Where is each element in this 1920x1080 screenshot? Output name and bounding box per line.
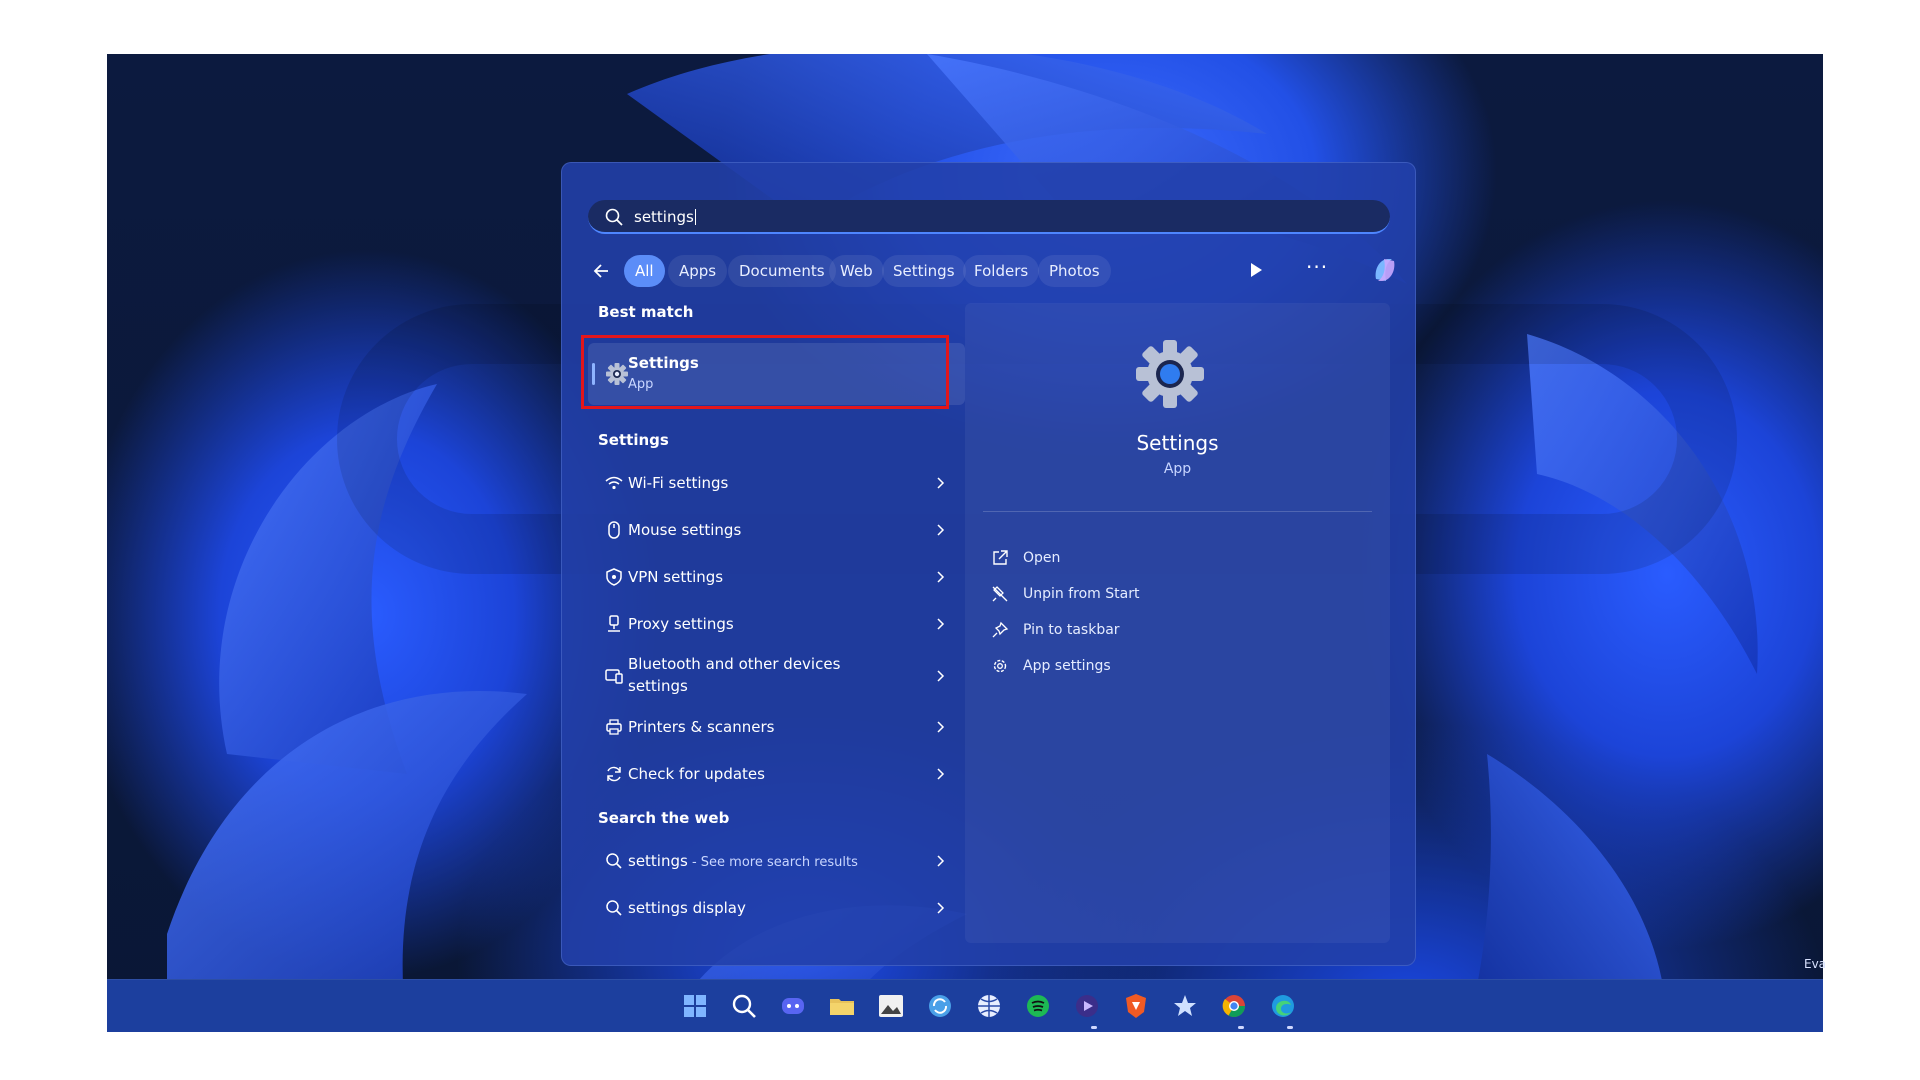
filter-chip-web[interactable]: Web [829, 255, 884, 287]
result-mouse-settings[interactable]: Mouse settings [588, 509, 965, 551]
result-label: VPN settings [628, 568, 724, 586]
preview-title: Settings [1136, 431, 1219, 455]
search-icon [605, 208, 623, 226]
result-bluetooth-settings[interactable]: Bluetooth and other devices settings [588, 650, 965, 702]
running-indicator [1287, 1026, 1293, 1029]
action-label: Open [1023, 550, 1061, 566]
windows-start-icon[interactable] [679, 990, 711, 1022]
web-query-text: settings [628, 852, 688, 870]
filter-chip-apps[interactable]: Apps [668, 255, 728, 287]
back-arrow-icon[interactable] [588, 257, 616, 285]
spotify-icon[interactable] [1022, 990, 1054, 1022]
result-label: settings display [628, 899, 746, 917]
edge-icon[interactable] [1267, 990, 1299, 1022]
gear-icon [993, 659, 1007, 673]
result-label: Proxy settings [628, 615, 734, 633]
brave-icon[interactable] [1120, 990, 1152, 1022]
result-label: settings - See more search results [628, 852, 858, 870]
chevron-right-icon [937, 902, 945, 914]
result-label: Wi-Fi settings [628, 474, 729, 492]
printer-icon [606, 719, 622, 735]
chevron-right-icon [937, 855, 945, 867]
preview-kind: App [1163, 461, 1192, 477]
result-vpn-settings[interactable]: VPN settings [588, 556, 965, 598]
filter-chip-all[interactable]: All [624, 255, 665, 287]
chevron-right-icon [937, 618, 945, 630]
preview-divider [983, 511, 1372, 512]
red-highlight-box [581, 335, 949, 409]
chevron-right-icon [937, 768, 945, 780]
sync-icon[interactable] [924, 990, 956, 1022]
web-result-settings[interactable]: settings - See more search results [588, 840, 965, 882]
more-filters-play-icon[interactable] [1251, 263, 1262, 277]
web-query-sub: - See more search results [687, 855, 858, 870]
filter-bar: All Apps Documents Web Settings Folders … [588, 253, 1398, 289]
action-label: App settings [1023, 658, 1111, 674]
devices-icon [605, 669, 623, 684]
chevron-right-icon [937, 571, 945, 583]
discord-icon[interactable] [777, 990, 809, 1022]
proxy-icon [608, 615, 620, 632]
wifi-icon [605, 476, 623, 490]
result-printers-scanners[interactable]: Printers & scanners [588, 706, 965, 748]
search-input[interactable]: settings [634, 208, 696, 226]
settings-gear-icon [1136, 340, 1204, 408]
globe-icon[interactable] [973, 990, 1005, 1022]
action-label: Unpin from Start [1023, 586, 1140, 602]
settings-section-heading: Settings [598, 431, 669, 449]
result-label: Bluetooth and other devices settings [628, 655, 841, 695]
result-wifi-settings[interactable]: Wi-Fi settings [588, 462, 965, 504]
refresh-icon [607, 766, 621, 782]
start-search-panel: settings All Apps Documents Web Settings… [561, 162, 1416, 966]
preview-pane: Settings App Open Unpin from Start Pin t… [965, 303, 1390, 943]
action-label: Pin to taskbar [1023, 622, 1120, 638]
taskbar [107, 979, 1823, 1032]
chevron-right-icon [937, 670, 945, 682]
file-explorer-icon[interactable] [826, 990, 858, 1022]
running-indicator [1091, 1026, 1097, 1029]
chevron-right-icon [937, 477, 945, 489]
app-icon[interactable] [1169, 990, 1201, 1022]
result-label: Check for updates [628, 765, 765, 783]
unpin-icon [992, 586, 1008, 602]
best-match-heading: Best match [598, 303, 694, 321]
photos-icon[interactable] [875, 990, 907, 1022]
mouse-icon [608, 521, 620, 539]
filter-chip-photos[interactable]: Photos [1038, 255, 1111, 287]
chrome-icon[interactable] [1218, 990, 1250, 1022]
search-web-heading: Search the web [598, 809, 730, 827]
running-indicator [1238, 1026, 1244, 1029]
filter-chip-folders[interactable]: Folders [963, 255, 1040, 287]
media-player-icon[interactable] [1071, 990, 1103, 1022]
open-external-icon [993, 550, 1008, 565]
web-result-settings-display[interactable]: settings display [588, 887, 965, 929]
search-box[interactable]: settings [588, 200, 1390, 234]
search-icon[interactable] [728, 990, 760, 1022]
corner-text: Eva [1804, 957, 1827, 971]
more-options-button[interactable]: ··· [1306, 255, 1328, 279]
filter-chip-settings[interactable]: Settings [882, 255, 966, 287]
copilot-icon[interactable] [1368, 253, 1402, 287]
result-proxy-settings[interactable]: Proxy settings [588, 603, 965, 645]
chevron-right-icon [937, 524, 945, 536]
result-label: Printers & scanners [628, 718, 775, 736]
pin-icon [992, 621, 1009, 638]
result-check-for-updates[interactable]: Check for updates [588, 753, 965, 795]
result-label: Mouse settings [628, 521, 742, 539]
chevron-right-icon [937, 721, 945, 733]
search-icon [606, 900, 622, 916]
search-icon [606, 853, 622, 869]
shield-icon [606, 568, 622, 586]
filter-chip-documents[interactable]: Documents [728, 255, 836, 287]
